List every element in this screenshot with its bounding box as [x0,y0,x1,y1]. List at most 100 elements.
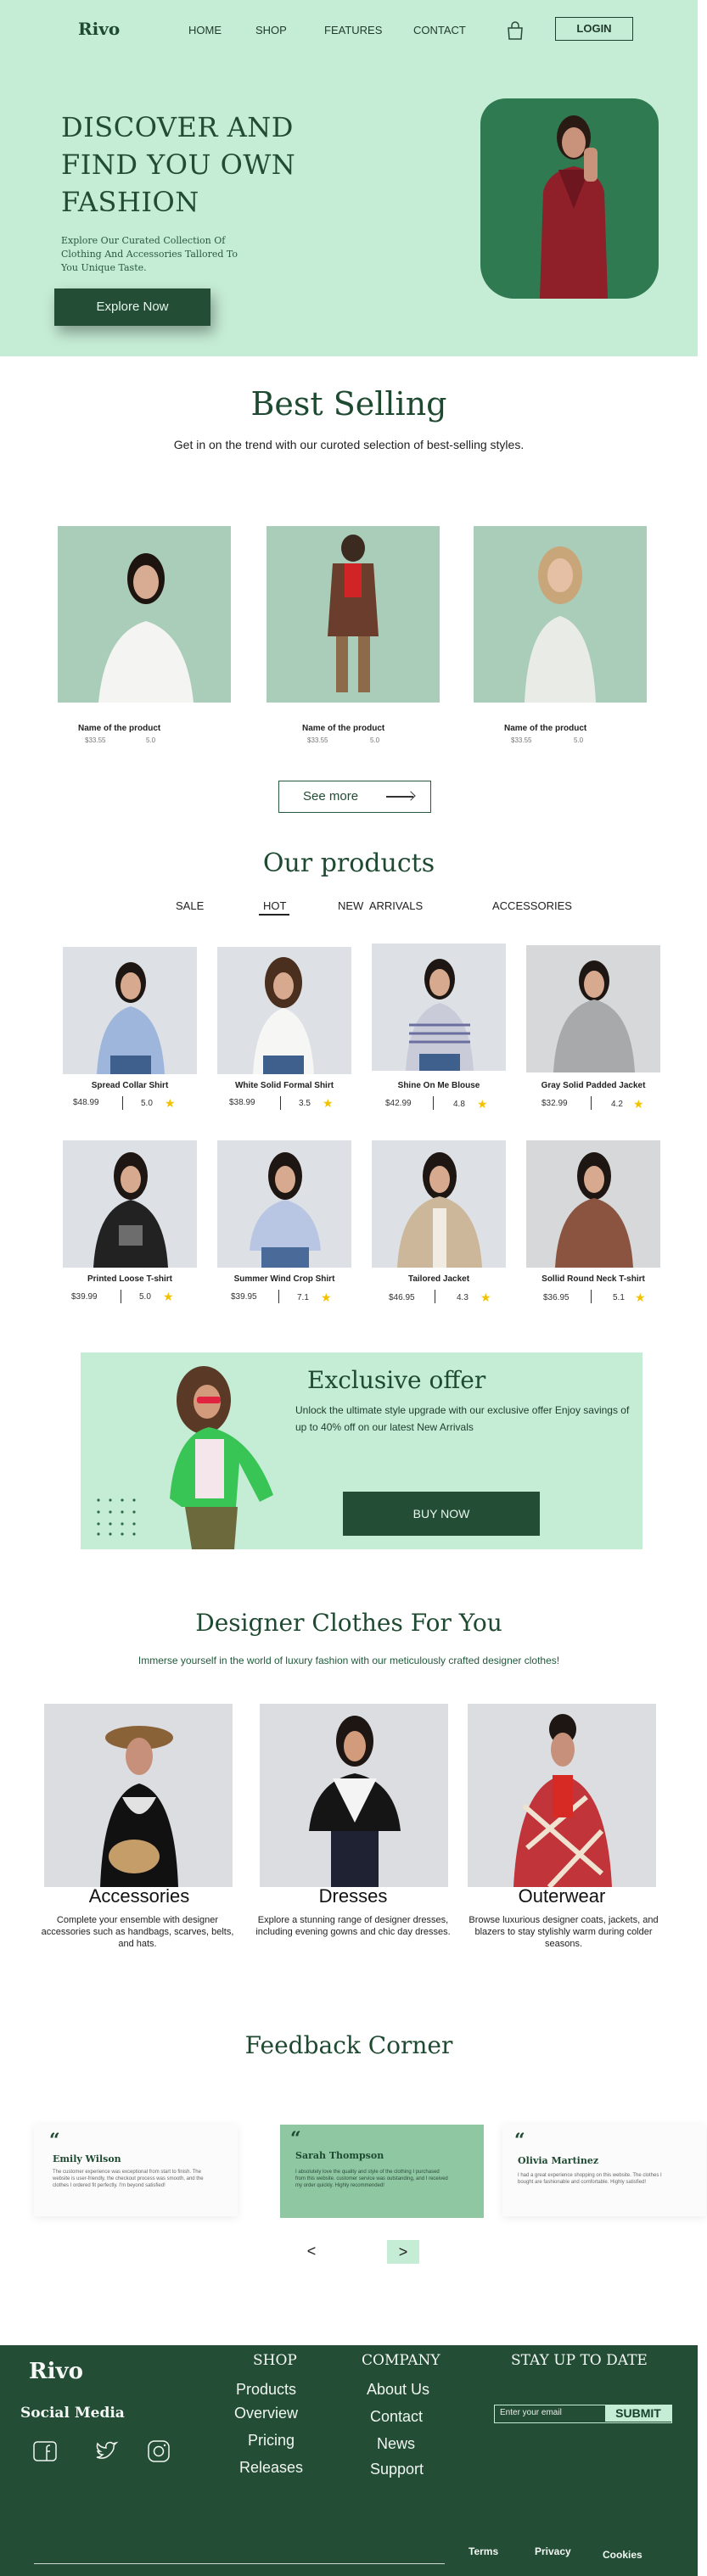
product-price: $42.99 [385,1099,412,1108]
nav-contact[interactable]: CONTACT [413,24,466,36]
footer-link-releases[interactable]: Releases [239,2459,303,2477]
footer-link-overview[interactable]: Overview [234,2405,298,2422]
nav-shop[interactable]: SHOP [255,24,287,36]
designer-card-dresses[interactable] [260,1704,448,1887]
tab-hot[interactable]: HOT [263,899,286,912]
designer-card-outerwear[interactable] [468,1704,656,1887]
product-rating: 4.3 [457,1293,469,1302]
product-rating: 7.1 [297,1293,309,1302]
product-rating: 5.0 [141,1099,153,1108]
star-icon: ★ [635,1291,646,1304]
footer-link-terms[interactable]: Terms [469,2545,498,2557]
product-name: Spread Collar Shirt [91,1081,169,1090]
facebook-icon[interactable] [32,2440,58,2462]
designer-card-title: Outerwear [518,1885,606,1907]
footer-link-privacy[interactable]: Privacy [535,2545,571,2557]
testimonial-name: Sarah Thompson [295,2150,384,2161]
designer-subtitle: Immerse yourself in the world of luxury … [137,1655,560,1666]
product-rating: 5.1 [613,1293,625,1302]
chevron-right-icon[interactable]: > [387,2240,419,2264]
star-icon: ★ [480,1291,491,1304]
product-card[interactable] [526,1140,660,1268]
footer-logo[interactable]: Rivo [29,2359,83,2384]
product-name: Summer Wind Crop Shirt [233,1274,335,1284]
product-card[interactable] [63,1140,197,1268]
footer-shop-title: SHOP [253,2352,297,2369]
footer-link-about-us[interactable]: About Us [367,2381,429,2399]
see-more-button[interactable]: See more [278,781,431,813]
tab-accessories[interactable]: ACCESSORIES [492,899,572,912]
product-rating: 3.5 [299,1099,311,1108]
tab-sale[interactable]: SALE [176,899,204,912]
arrow-right-icon [386,796,413,798]
product-card[interactable] [217,947,351,1074]
designer-card-text: Complete your ensemble with designer acc… [41,1915,234,1949]
best-selling-card[interactable] [58,526,231,703]
product-card[interactable] [372,944,506,1071]
product-rating: 5.0 [574,736,584,744]
logo[interactable]: Rivo [78,19,120,39]
product-name: White Solid Formal Shirt [234,1081,334,1090]
email-input[interactable]: Enter your email [500,2408,562,2417]
testimonial-text: I absolutely love the quality and style … [295,2170,448,2188]
page: { "header": { "logo": "Rivo", "nav": ["H… [0,0,707,2576]
divider [433,1096,434,1110]
tab-new-arrivals[interactable]: NEW ARRIVALS [338,899,423,912]
product-price: $38.99 [229,1098,255,1107]
product-price: $33.55 [85,736,106,744]
product-name: Gray Solid Padded Jacket [541,1081,646,1090]
offer-title: Exclusive offer [307,1366,486,1394]
social-media-title: Social Media [20,2405,125,2422]
star-icon: ★ [165,1096,176,1110]
offer-text: Unlock the ultimate style upgrade with o… [295,1404,630,1433]
nav-features[interactable]: FEATURES [324,24,382,36]
footer-link-cookies[interactable]: Cookies [603,2549,642,2561]
testimonial-text: The customer experience was exceptional … [53,2170,204,2188]
designer-card-accessories[interactable] [44,1704,233,1887]
product-price: $32.99 [541,1099,568,1108]
twitter-icon[interactable] [93,2440,119,2462]
testimonial-text: I had a great experience shopping on thi… [518,2173,662,2185]
testimonial-card: “ Olivia Martinez I had a great experien… [502,2125,706,2216]
instagram-icon[interactable] [146,2440,171,2462]
designer-title: Designer Clothes For You [195,1609,502,1637]
active-tab-indicator [259,914,289,916]
product-card[interactable] [526,945,660,1072]
star-icon: ★ [633,1097,644,1111]
product-price: $39.95 [231,1292,257,1302]
product-price: $33.55 [511,736,532,744]
our-products-title: Our products [262,848,435,878]
footer-link-pricing[interactable]: Pricing [248,2432,295,2450]
buy-now-button[interactable]: BUY NOW [343,1492,540,1536]
best-selling-card[interactable] [474,526,647,703]
product-price: $33.55 [307,736,328,744]
testimonial-card: “ Emily Wilson The customer experience w… [34,2125,238,2216]
designer-card-title: Accessories [88,1885,190,1907]
product-card[interactable] [372,1140,506,1268]
star-icon: ★ [323,1096,334,1110]
footer-link-news[interactable]: News [377,2435,415,2453]
hero-model-image [480,98,659,299]
offer-model-image [170,1366,273,1549]
login-button[interactable]: LOGIN [555,17,633,41]
product-price: $48.99 [73,1098,99,1107]
designer-card-title: Dresses [318,1885,388,1907]
product-card[interactable] [217,1140,351,1268]
footer-link-contact[interactable]: Contact [370,2408,423,2426]
product-price: $36.95 [543,1293,570,1302]
nav-home[interactable]: HOME [188,24,222,36]
explore-now-button[interactable]: Explore Now [54,288,210,326]
product-rating: 4.2 [611,1100,623,1109]
shopping-bag-icon[interactable] [506,20,525,41]
chevron-left-icon[interactable]: < [302,2242,321,2260]
see-more-label: See more [303,789,359,804]
product-name: Sollid Round Neck T-shirt [541,1274,645,1284]
footer-link-products[interactable]: Products [236,2381,296,2399]
best-selling-card[interactable] [267,526,440,703]
product-card[interactable] [63,947,197,1074]
feedback-title: Feedback Corner [244,2031,453,2059]
footer-link-support[interactable]: Support [370,2461,424,2478]
submit-button[interactable]: SUBMIT [605,2405,671,2422]
hero-subtitle: Explore Our Curated Collection Of Clothi… [61,235,238,273]
product-name: Name of the product [78,724,161,733]
